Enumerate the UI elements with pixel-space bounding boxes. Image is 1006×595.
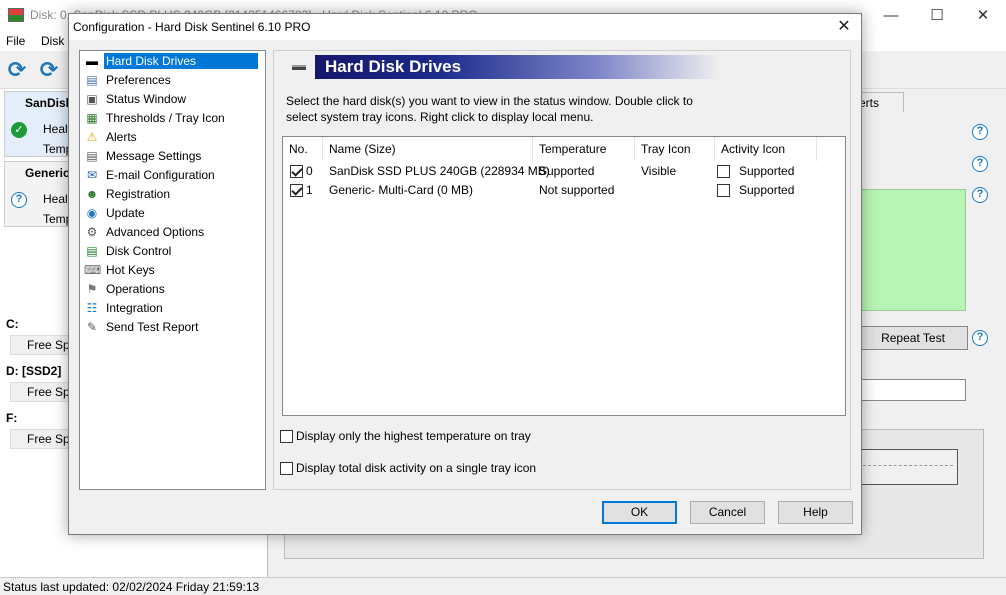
help-icon[interactable]: ? xyxy=(972,187,988,203)
nav-item-thresholds[interactable]: ▦ Thresholds / Tray Icon xyxy=(84,110,262,127)
dialog-close-icon[interactable]: ✕ xyxy=(827,14,861,40)
hard-disk-icon: ▬ xyxy=(86,54,98,68)
globe-icon: ◉ xyxy=(86,206,98,220)
app-icon xyxy=(8,8,24,22)
question-icon: ? xyxy=(11,192,27,208)
header-bar: Hard Disk Drives xyxy=(315,55,720,79)
table-row[interactable]: 1 Generic- Multi-Card (0 MB) Not support… xyxy=(283,181,845,200)
disk-name: Generic xyxy=(25,166,70,180)
row-name: Generic- Multi-Card (0 MB) xyxy=(329,183,474,197)
content-panel: Hard Disk Drives Select the hard disk(s)… xyxy=(273,50,851,490)
activity-box xyxy=(858,449,958,485)
warning-icon: ⚠ xyxy=(86,130,98,144)
row-activity: Supported xyxy=(739,183,795,197)
content-header: Hard Disk Drives xyxy=(288,55,720,79)
nav-item-message-settings[interactable]: ▤ Message Settings xyxy=(84,148,262,165)
description-line: Select the hard disk(s) you want to view… xyxy=(286,94,693,108)
email-icon: ✉ xyxy=(86,168,98,182)
nav-item-advanced-options[interactable]: ⚙ Advanced Options xyxy=(84,224,262,241)
option-label: Display total disk activity on a single … xyxy=(296,461,537,475)
nav-item-alerts[interactable]: ⚠ Alerts xyxy=(84,129,262,146)
refresh-icon[interactable]: ⟳ xyxy=(4,57,30,83)
nav-item-preferences[interactable]: ▤ Preferences xyxy=(84,72,262,89)
volume-letter: F: xyxy=(6,411,18,425)
ok-button[interactable]: OK xyxy=(602,501,677,524)
disk-selection-list[interactable]: No. Name (Size) Temperature Tray Icon Ac… xyxy=(282,136,846,416)
nav-item-registration[interactable]: ☻ Registration xyxy=(84,186,262,203)
check-icon: ✓ xyxy=(11,122,27,138)
row-no: 0 xyxy=(306,164,313,178)
preferences-icon: ▤ xyxy=(86,73,98,87)
report-icon: ✎ xyxy=(86,320,98,334)
configuration-dialog: Configuration - Hard Disk Sentinel 6.10 … xyxy=(68,13,862,535)
column-header-name[interactable]: Name (Size) xyxy=(323,137,533,161)
row-no: 1 xyxy=(306,183,313,197)
help-icon[interactable]: ? xyxy=(972,330,988,346)
content-title: Hard Disk Drives xyxy=(325,57,462,76)
help-button[interactable]: Help xyxy=(778,501,853,524)
table-row[interactable]: 0 SanDisk SSD PLUS 240GB (228934 MB) Sup… xyxy=(283,162,845,181)
disk-name: SanDisk xyxy=(25,96,73,110)
description-line: select system tray icons. Right click to… xyxy=(286,110,594,124)
nav-item-status-window[interactable]: ▣ Status Window xyxy=(84,91,262,108)
thresholds-icon: ▦ xyxy=(86,111,98,125)
row-temperature: Supported xyxy=(539,164,595,178)
health-label: Healt xyxy=(43,122,72,136)
health-label: Healt xyxy=(43,192,72,206)
tab-alerts[interactable]: erts xyxy=(856,92,904,112)
column-header-no[interactable]: No. xyxy=(283,137,323,161)
highest-temperature-checkbox[interactable] xyxy=(280,430,293,443)
status-window-icon: ▣ xyxy=(86,92,98,106)
nav-item-email-configuration[interactable]: ✉ E-mail Configuration xyxy=(84,167,262,184)
volume-letter: D: [SSD2] xyxy=(6,364,62,378)
disk-control-icon: ▤ xyxy=(86,244,98,258)
network-icon: ☷ xyxy=(86,301,98,315)
info-field xyxy=(858,379,966,401)
row-activity: Supported xyxy=(739,164,795,178)
volume-letter: C: xyxy=(6,317,19,331)
refresh-all-icon[interactable]: ⟳ xyxy=(36,57,62,83)
row-tray-icon: Visible xyxy=(641,164,677,178)
dialog-titlebar: Configuration - Hard Disk Sentinel 6.10 … xyxy=(69,14,861,40)
repeat-test-button[interactable]: Repeat Test xyxy=(858,326,968,350)
nav-item-update[interactable]: ◉ Update xyxy=(84,205,262,222)
activity-checkbox[interactable] xyxy=(717,165,730,178)
description: Select the hard disk(s) you want to view… xyxy=(286,93,826,125)
help-icon[interactable]: ? xyxy=(972,156,988,172)
help-icon[interactable]: ? xyxy=(972,124,988,140)
nav-item-disk-control[interactable]: ▤ Disk Control xyxy=(84,243,262,260)
maximize-icon[interactable]: ☐ xyxy=(914,0,960,31)
config-nav-tree: ▬ Hard Disk Drives ▤ Preferences ▣ Statu… xyxy=(79,50,266,490)
health-status-box xyxy=(858,189,966,311)
close-icon[interactable]: ✕ xyxy=(960,0,1006,31)
gear-icon: ⚙ xyxy=(86,225,98,239)
column-header-tray-icon[interactable]: Tray Icon xyxy=(635,137,715,161)
activity-checkbox[interactable] xyxy=(717,184,730,197)
row-temperature: Not supported xyxy=(539,183,615,197)
status-bar: Status last updated: 02/02/2024 Friday 2… xyxy=(0,577,1006,595)
option-label: Display only the highest temperature on … xyxy=(296,429,531,443)
nav-item-operations[interactable]: ⚑ Operations xyxy=(84,281,262,298)
disk-checkbox[interactable] xyxy=(290,165,303,178)
column-header-activity-icon[interactable]: Activity Icon xyxy=(715,137,817,161)
nav-item-hot-keys[interactable]: ⌨ Hot Keys xyxy=(84,262,262,279)
total-activity-checkbox[interactable] xyxy=(280,462,293,475)
menu-file[interactable]: File xyxy=(6,34,25,48)
keyboard-icon: ⌨ xyxy=(84,263,102,277)
dialog-title: Configuration - Hard Disk Sentinel 6.10 … xyxy=(73,20,311,34)
nav-item-integration[interactable]: ☷ Integration xyxy=(84,300,262,317)
message-icon: ▤ xyxy=(86,149,98,163)
user-icon: ☻ xyxy=(85,187,99,201)
cancel-button[interactable]: Cancel xyxy=(690,501,765,524)
minimize-icon[interactable]: — xyxy=(868,0,914,31)
disk-checkbox[interactable] xyxy=(290,184,303,197)
hard-disk-icon xyxy=(292,65,306,70)
flag-icon: ⚑ xyxy=(86,282,98,296)
column-header-temperature[interactable]: Temperature xyxy=(533,137,635,161)
nav-item-send-test-report[interactable]: ✎ Send Test Report xyxy=(84,319,262,336)
menu-disk[interactable]: Disk xyxy=(41,34,64,48)
row-name: SanDisk SSD PLUS 240GB (228934 MB) xyxy=(329,164,550,178)
nav-item-hard-disk-drives[interactable]: ▬ Hard Disk Drives xyxy=(84,53,262,70)
